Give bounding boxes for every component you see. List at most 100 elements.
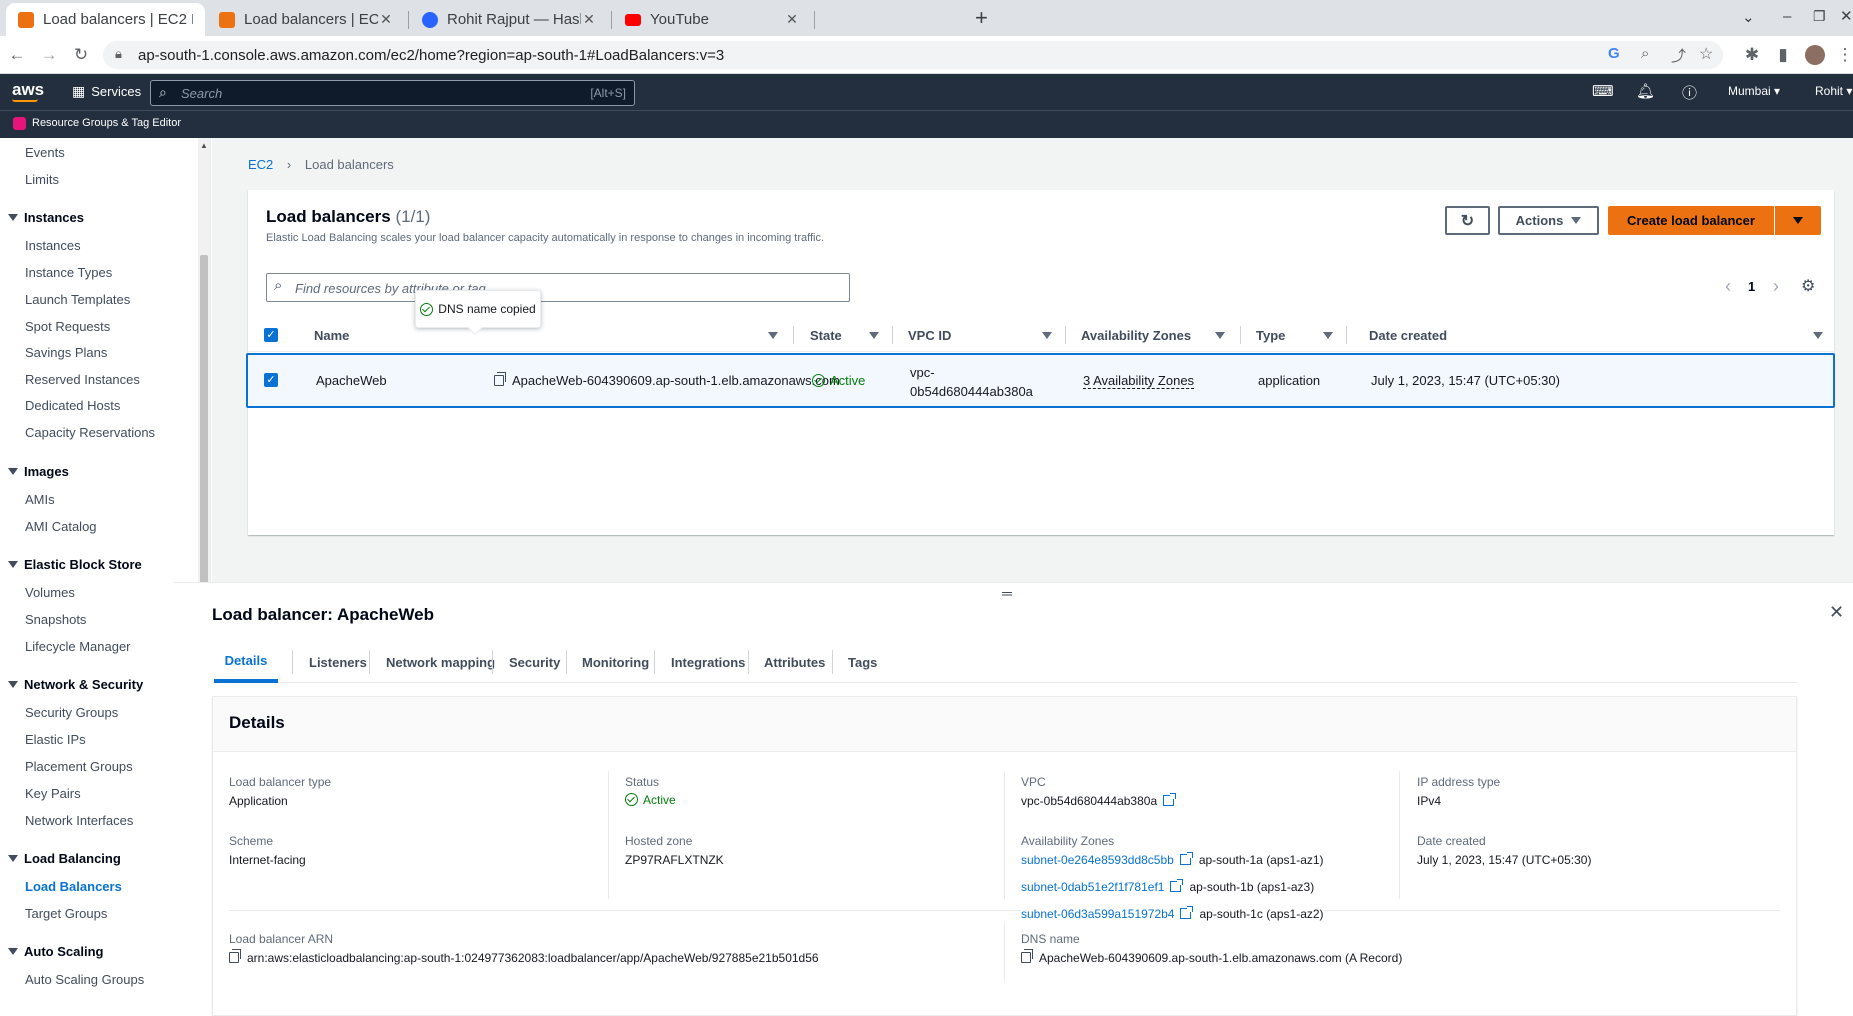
subnet-link[interactable]: subnet-0e264e8593dd8c5bb [1021, 852, 1193, 867]
browser-tab-3[interactable]: Rohit Rajput — Hashnode ✕ [410, 3, 609, 36]
sidebar-item-limits[interactable]: Limits [25, 172, 59, 187]
cloudshell-icon[interactable]: ⌨ [1592, 82, 1614, 100]
table-row[interactable]: ✓ ApacheWeb ApacheWeb-604390609.ap-south… [246, 353, 1835, 408]
reload-icon[interactable]: ↻ [70, 44, 92, 66]
column-state-sort[interactable] [869, 318, 884, 352]
tab-search-icon[interactable]: ⌄ [1742, 8, 1755, 26]
tab-details[interactable]: Details [214, 642, 278, 683]
filter-input[interactable]: ⌕ Find resources by attribute or tag [266, 273, 850, 302]
actions-button[interactable]: Actions [1498, 206, 1599, 235]
sidebar-section-network-security[interactable]: Network & Security [8, 677, 143, 692]
sidebar-item-launch-templates[interactable]: Launch Templates [25, 292, 130, 307]
close-icon[interactable]: ✕ [378, 11, 394, 28]
sidebar-item-auto-scaling-groups[interactable]: Auto Scaling Groups [25, 972, 144, 987]
sidebar-item-placement-groups[interactable]: Placement Groups [25, 759, 133, 774]
sidebar-item-reserved-instances[interactable]: Reserved Instances [25, 372, 140, 387]
region-selector[interactable]: Mumbai ▾ [1728, 84, 1780, 98]
sidebar-item-security-groups[interactable]: Security Groups [25, 705, 118, 720]
column-name[interactable]: Name [314, 318, 349, 352]
sidebar-item-amis[interactable]: AMIs [25, 492, 55, 507]
select-all-checkbox[interactable]: ✓ [264, 328, 278, 342]
sidebar-section-ebs[interactable]: Elastic Block Store [8, 557, 142, 572]
google-icon[interactable]: G [1608, 45, 1620, 62]
row-checkbox[interactable]: ✓ [264, 373, 278, 387]
sidebar-item-lifecycle-manager[interactable]: Lifecycle Manager [25, 639, 131, 654]
account-menu[interactable]: Rohit ▾ [1815, 84, 1852, 98]
side-panel-icon[interactable]: ▮ [1772, 44, 1794, 66]
column-name-sort[interactable] [768, 318, 783, 352]
sidebar-item-instance-types[interactable]: Instance Types [25, 265, 112, 280]
sidebar-item-instances[interactable]: Instances [25, 238, 81, 253]
create-load-balancer-button[interactable]: Create load balancer [1608, 206, 1774, 235]
tab-monitoring[interactable]: Monitoring [582, 642, 649, 682]
sidebar-section-images[interactable]: Images [8, 464, 69, 479]
vpc-link[interactable]: vpc-0b54d680444ab380a [1021, 793, 1177, 808]
column-state[interactable]: State [810, 318, 842, 352]
sidebar-item-key-pairs[interactable]: Key Pairs [25, 786, 81, 801]
column-availability-zones[interactable]: Availability Zones [1081, 318, 1191, 352]
sidebar-item-capacity-reservations[interactable]: Capacity Reservations [25, 425, 155, 440]
sidebar-section-auto-scaling[interactable]: Auto Scaling [8, 944, 103, 959]
column-type-sort[interactable] [1323, 318, 1338, 352]
browser-menu-icon[interactable]: ⋮ [1834, 44, 1853, 66]
breadcrumb-ec2[interactable]: EC2 [248, 157, 273, 172]
tab-network-mapping[interactable]: Network mapping [386, 642, 495, 682]
zoom-icon[interactable]: ⌕ [1641, 45, 1649, 62]
subnet-link[interactable]: subnet-0dab51e2f1f781ef1 [1021, 879, 1184, 894]
browser-tab-4[interactable]: YouTube ✕ [613, 3, 812, 36]
page-number[interactable]: 1 [1748, 279, 1755, 294]
tab-tags[interactable]: Tags [848, 642, 877, 682]
column-vpc-sort[interactable] [1042, 318, 1057, 352]
sidebar-section-instances[interactable]: Instances [8, 210, 84, 225]
tab-integrations[interactable]: Integrations [671, 642, 745, 682]
copy-icon[interactable] [494, 372, 506, 386]
sidebar-item-snapshots[interactable]: Snapshots [25, 612, 86, 627]
extensions-icon[interactable]: ✱ [1741, 44, 1763, 66]
sidebar-item-events[interactable]: Events [25, 145, 65, 160]
tab-attributes[interactable]: Attributes [764, 642, 825, 682]
tab-listeners[interactable]: Listeners [309, 642, 367, 682]
sidebar-item-elastic-ips[interactable]: Elastic IPs [25, 732, 86, 747]
availability-zones-popover[interactable]: 3 Availability Zones [1083, 373, 1195, 389]
close-icon[interactable]: ✕ [784, 11, 800, 28]
share-icon[interactable]: ⤴ [1671, 45, 1686, 66]
lb-name-link[interactable]: ApacheWeb [316, 373, 387, 388]
close-icon[interactable]: ✕ [581, 11, 597, 28]
sidebar-item-spot-requests[interactable]: Spot Requests [25, 319, 110, 334]
column-date-created[interactable]: Date created [1369, 318, 1447, 352]
profile-avatar[interactable] [1805, 45, 1825, 65]
bookmark-star-icon[interactable]: ☆ [1699, 44, 1713, 64]
services-menu[interactable]: ▦ Services [72, 83, 141, 100]
forward-icon[interactable]: → [38, 44, 60, 66]
favorite-resource-groups[interactable]: Resource Groups & Tag Editor [32, 117, 181, 129]
column-vpc-id[interactable]: VPC ID [908, 318, 951, 352]
chevron-right-icon[interactable]: › [1773, 276, 1779, 297]
browser-tab-2[interactable]: Load balancers | EC2 Man ✕ [207, 3, 406, 36]
settings-gear-icon[interactable]: ⚙ [1801, 276, 1815, 296]
new-tab-icon[interactable]: + [975, 5, 988, 31]
address-bar[interactable]: 🔒︎ ap-south-1.console.aws.amazon.com/ec2… [103, 41, 1723, 69]
subnet-link[interactable]: subnet-06d3a599a151972b4 [1021, 906, 1194, 921]
copy-icon[interactable] [1021, 949, 1033, 963]
create-dropdown-button[interactable] [1775, 206, 1821, 235]
sidebar-item-dedicated-hosts[interactable]: Dedicated Hosts [25, 398, 120, 413]
column-date-sort[interactable] [1813, 318, 1828, 352]
minimize-icon[interactable]: – [1783, 8, 1791, 25]
back-icon[interactable]: ← [6, 44, 28, 66]
column-az-sort[interactable] [1215, 318, 1230, 352]
help-icon[interactable]: ⓘ [1682, 82, 1697, 103]
close-panel-icon[interactable]: ✕ [1829, 602, 1844, 623]
refresh-button[interactable]: ↻ [1445, 206, 1490, 235]
aws-logo[interactable]: aws [12, 80, 44, 100]
sidebar-item-volumes[interactable]: Volumes [25, 585, 75, 600]
notifications-icon[interactable]: 🔔︎ [1636, 82, 1655, 100]
sidebar-item-target-groups[interactable]: Target Groups [25, 906, 107, 921]
copy-icon[interactable] [229, 949, 241, 963]
sidebar-section-load-balancing[interactable]: Load Balancing [8, 851, 121, 866]
sidebar-item-network-interfaces[interactable]: Network Interfaces [25, 813, 133, 828]
sidebar-item-ami-catalog[interactable]: AMI Catalog [25, 519, 97, 534]
sidebar-item-load-balancers[interactable]: Load Balancers [25, 879, 122, 894]
aws-search-input[interactable]: ⌕ Search [Alt+S] [150, 80, 635, 106]
resize-handle-icon[interactable]: ═ [1002, 585, 1012, 601]
maximize-icon[interactable]: ❐ [1813, 8, 1826, 25]
